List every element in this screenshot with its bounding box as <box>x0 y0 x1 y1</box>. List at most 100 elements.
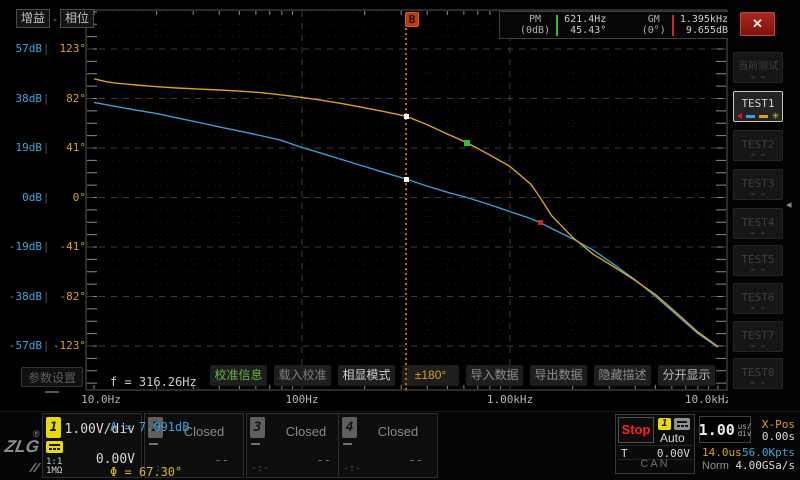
channel-value: -- <box>215 453 229 467</box>
tick-separator: | <box>42 92 50 105</box>
cursor-frequency: f = 316.26Hz <box>110 375 197 390</box>
gain-tick-label: -19dB <box>0 240 42 253</box>
channel-value: -- <box>317 453 331 467</box>
impedance: 1MΩ <box>46 467 62 476</box>
y-axis-label-row: -19dB|-41° <box>0 240 86 253</box>
channel-status: Closed <box>267 424 345 439</box>
y-axis-label-row: -57dB|-123° <box>0 339 86 352</box>
cursor-values: f = 316.26Hz A = 7.091dB Φ = 67.30° <box>110 345 197 480</box>
plot-button-相显模式[interactable]: 相显模式 <box>338 365 395 386</box>
pm-value: 45.43° <box>564 25 606 36</box>
test-button-test5[interactable]: TEST5 <box>733 245 783 276</box>
channel-time: -:- <box>251 463 269 474</box>
gain-tick-label: -38dB <box>0 290 42 303</box>
gain-tick-label: 0dB <box>0 191 42 204</box>
plot-button-±180°[interactable]: ±180° <box>402 365 459 386</box>
test-button-label: TEST7 <box>734 330 782 342</box>
x-axis-tick-label: 10.0kHz <box>685 393 731 406</box>
trigger-block: Stop 1 Auto T 0.00V CAN <box>615 414 695 474</box>
gm-frequency: 1.395kHz <box>680 14 728 25</box>
param-settings-button[interactable]: 参数设置 <box>21 367 83 387</box>
phase-tick-label: -123° <box>50 339 86 352</box>
xpos-value: 0.00s <box>762 430 795 443</box>
channel-time: -:- <box>343 463 361 474</box>
gm-value: 9.655dB <box>680 25 728 36</box>
cursor-b-line[interactable] <box>405 13 407 390</box>
trigger-mode[interactable]: Auto <box>660 431 685 445</box>
gain-tick-label: 38dB <box>0 92 42 105</box>
y-axis-label-row: -38dB|-82° <box>0 290 86 303</box>
test-button-test2[interactable]: TEST2 <box>733 130 783 161</box>
gm-color-bar <box>672 15 674 36</box>
cursor-gain: A = 7.091dB <box>110 420 197 435</box>
test-button-label: TEST1 <box>734 98 782 110</box>
x-axis-tick-label: 100Hz <box>285 393 318 406</box>
gain-tick-label: -57dB <box>0 339 42 352</box>
tick-separator: | <box>42 339 50 352</box>
logo-text: ZLG <box>3 437 41 457</box>
plot-button-row: 校准信息载入校准相显模式 ±180° 导入数据导出数据隐藏描述分开显示 <box>210 365 715 386</box>
header-separator: - <box>53 12 57 26</box>
timebase-unit-bottom: div <box>738 430 752 437</box>
gm-label: GM <box>642 14 666 25</box>
gain-margin-readout: GM (0°) 1.395kHz 9.655dB <box>642 14 728 36</box>
trigger-coupling-icon <box>674 418 690 430</box>
window-span: 14.0us <box>702 446 742 459</box>
channel-4-block[interactable]: 4Closed---:- <box>338 413 438 478</box>
channel-badge: 1 <box>46 417 61 438</box>
cursor-phase-marker <box>404 114 409 119</box>
plot-button-导出数据[interactable]: 导出数据 <box>530 365 587 386</box>
test-button-label: TEST6 <box>734 292 782 304</box>
tick-separator: | <box>42 42 50 55</box>
plot-button-载入校准[interactable]: 载入校准 <box>274 365 331 386</box>
test-button-test8[interactable]: TEST8 <box>733 358 783 389</box>
timebase-scale-box[interactable]: 1.00 us/ div <box>699 416 751 443</box>
test-button-label: TEST2 <box>734 139 782 151</box>
plot-button-校准信息[interactable]: 校准信息 <box>210 365 267 386</box>
run-stop-indicator[interactable]: Stop <box>618 417 654 443</box>
phase-tick-label: 0° <box>50 191 86 204</box>
current-test-button[interactable]: 当前测试 <box>733 52 783 83</box>
test-button-label: TEST8 <box>734 367 782 379</box>
cursor-phase: Φ = 67.30° <box>110 465 197 480</box>
plot-button-分开显示[interactable]: 分开显示 <box>658 365 715 386</box>
cursor-b-badge[interactable]: B <box>405 12 419 27</box>
y-axis-label-row: 57dB|123° <box>0 42 86 55</box>
y-axis-label-row: 19dB|41° <box>0 141 86 154</box>
channel-badge: 3 <box>250 417 265 438</box>
bus-decode-label[interactable]: CAN <box>616 458 694 470</box>
test-button-test1[interactable]: TEST1 ✳ <box>733 91 783 122</box>
gm-condition: (0°) <box>642 25 666 36</box>
test-button-test4[interactable]: TEST4 <box>733 208 783 239</box>
plot-mode-header: 增益 - 相位 <box>16 9 94 28</box>
channel-3-block[interactable]: 3Closed -- -:- <box>246 413 346 478</box>
phase-tick-label: 123° <box>50 42 86 55</box>
phase-tick-label: -82° <box>50 290 86 303</box>
divider <box>617 445 693 446</box>
tab-gain[interactable]: 增益 <box>16 9 50 28</box>
test-button-test7[interactable]: TEST7 <box>733 321 783 352</box>
tick-separator: | <box>42 290 50 303</box>
pm-label: PM <box>520 14 550 25</box>
gain-tick-label: 57dB <box>0 42 42 55</box>
coupling-off-icon <box>251 443 260 445</box>
test-button-label: TEST3 <box>734 178 782 190</box>
pm-condition: (0dB) <box>520 25 550 36</box>
cursor-gain-marker <box>404 177 409 182</box>
phase-tick-label: 82° <box>50 92 86 105</box>
trigger-source-badge: 1 <box>658 418 671 430</box>
test-button-test6[interactable]: TEST6 <box>733 283 783 314</box>
tab-phase[interactable]: 相位 <box>60 9 94 28</box>
plot-button-导入数据[interactable]: 导入数据 <box>466 365 523 386</box>
test1-status-icons: ✳ <box>734 113 782 119</box>
test-button-label: 当前测试 <box>734 61 782 73</box>
y-axis-label-row: 0dB|0° <box>0 191 86 204</box>
phase-swatch-icon <box>759 115 768 118</box>
tick-separator: | <box>42 240 50 253</box>
x-axis-tick-label: 1.00kHz <box>487 393 533 406</box>
timebase-scale: 1.00 <box>699 421 735 439</box>
plot-button-隐藏描述[interactable]: 隐藏描述 <box>594 365 651 386</box>
test-button-test3[interactable]: TEST3 <box>733 169 783 200</box>
collapse-panel-icon[interactable]: ◂ <box>786 200 792 211</box>
close-button[interactable]: ✕ <box>740 12 775 36</box>
